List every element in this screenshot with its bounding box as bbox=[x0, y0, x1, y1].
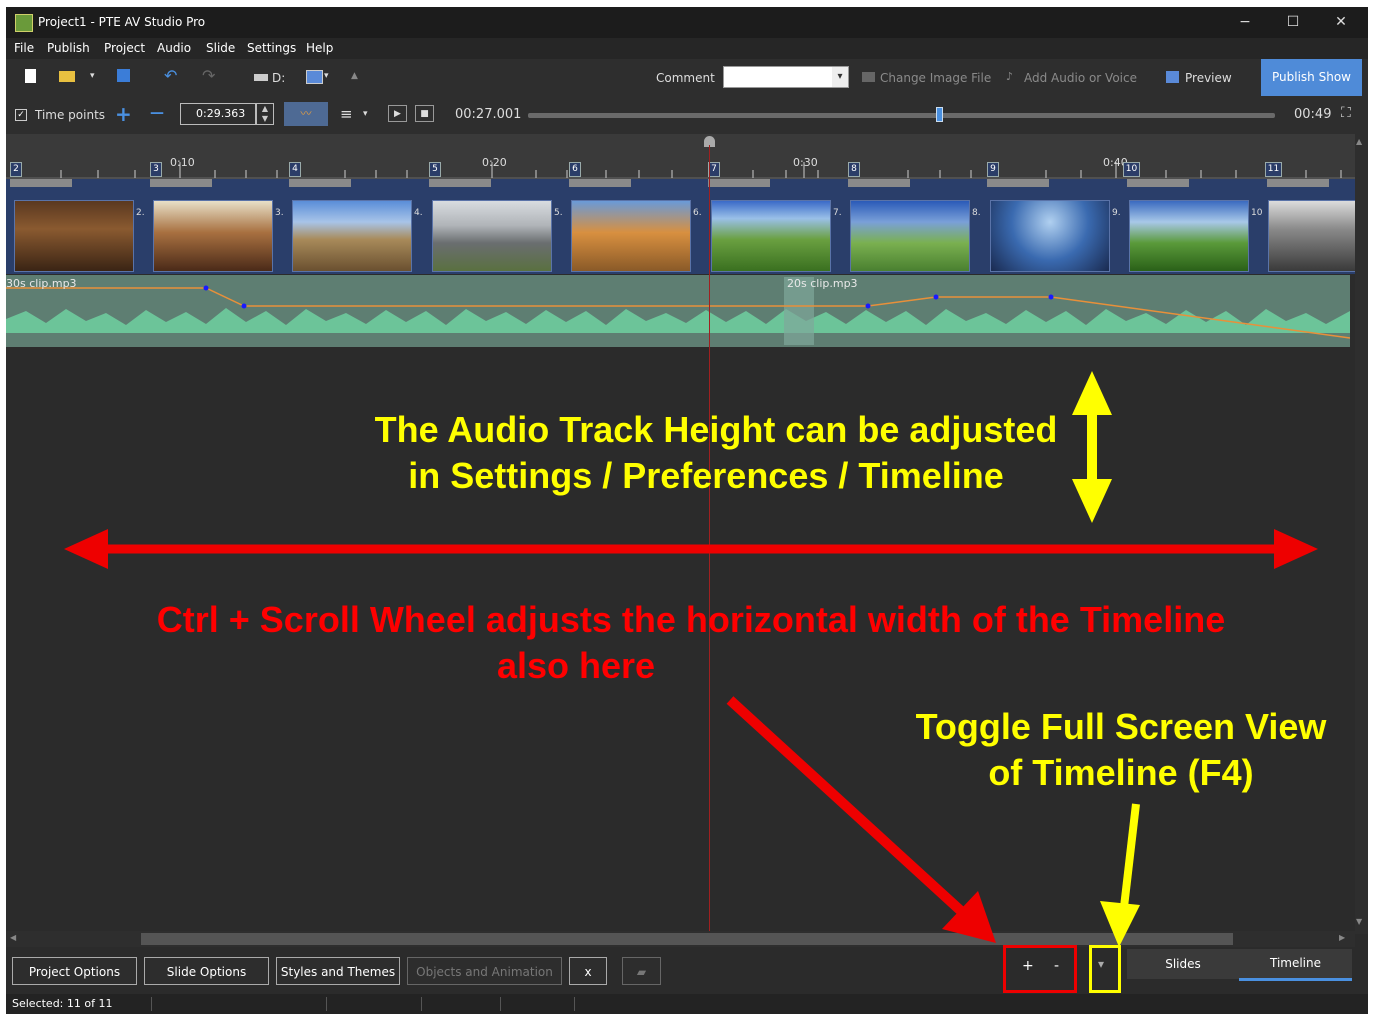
yellow-down-arrow-head bbox=[1100, 901, 1140, 947]
status-divider bbox=[326, 997, 327, 1011]
yellow-arrow-up-head bbox=[1072, 371, 1112, 415]
status-bar: Selected: 11 of 11 bbox=[6, 994, 1368, 1014]
tab-timeline[interactable]: Timeline bbox=[1239, 949, 1352, 981]
red-arrow-left-head bbox=[64, 529, 108, 569]
fullscreen-toggle-highlight bbox=[1089, 945, 1121, 993]
zoom-in-button[interactable]: + bbox=[1022, 958, 1034, 974]
zoom-out-button[interactable]: - bbox=[1054, 958, 1059, 974]
folder-button[interactable]: ▰ bbox=[622, 957, 661, 985]
app-window: Project1 - PTE AV Studio Pro − ☐ ✕ File … bbox=[6, 7, 1368, 1014]
red-arrow-right-head bbox=[1274, 529, 1318, 569]
slide-options-button[interactable]: Slide Options bbox=[144, 957, 269, 985]
styles-themes-button[interactable]: Styles and Themes bbox=[276, 957, 400, 985]
yellow-down-arrow bbox=[1120, 803, 1140, 908]
status-divider bbox=[500, 997, 501, 1011]
tab-slides[interactable]: Slides bbox=[1127, 949, 1239, 979]
yellow-arrow-down-head bbox=[1072, 479, 1112, 523]
objects-animation-button[interactable]: Objects and Animation bbox=[407, 957, 562, 985]
delete-button[interactable]: x bbox=[569, 957, 607, 985]
project-options-button[interactable]: Project Options bbox=[12, 957, 137, 985]
status-divider bbox=[151, 997, 152, 1011]
selection-status: Selected: 11 of 11 bbox=[12, 997, 113, 1010]
status-divider bbox=[421, 997, 422, 1011]
fullscreen-toggle-button[interactable]: ▾ bbox=[1098, 957, 1104, 971]
red-diagonal-arrow bbox=[726, 696, 965, 915]
annotation-arrows bbox=[64, 371, 1318, 947]
status-divider bbox=[574, 997, 575, 1011]
zoom-controls-highlight bbox=[1003, 945, 1077, 993]
